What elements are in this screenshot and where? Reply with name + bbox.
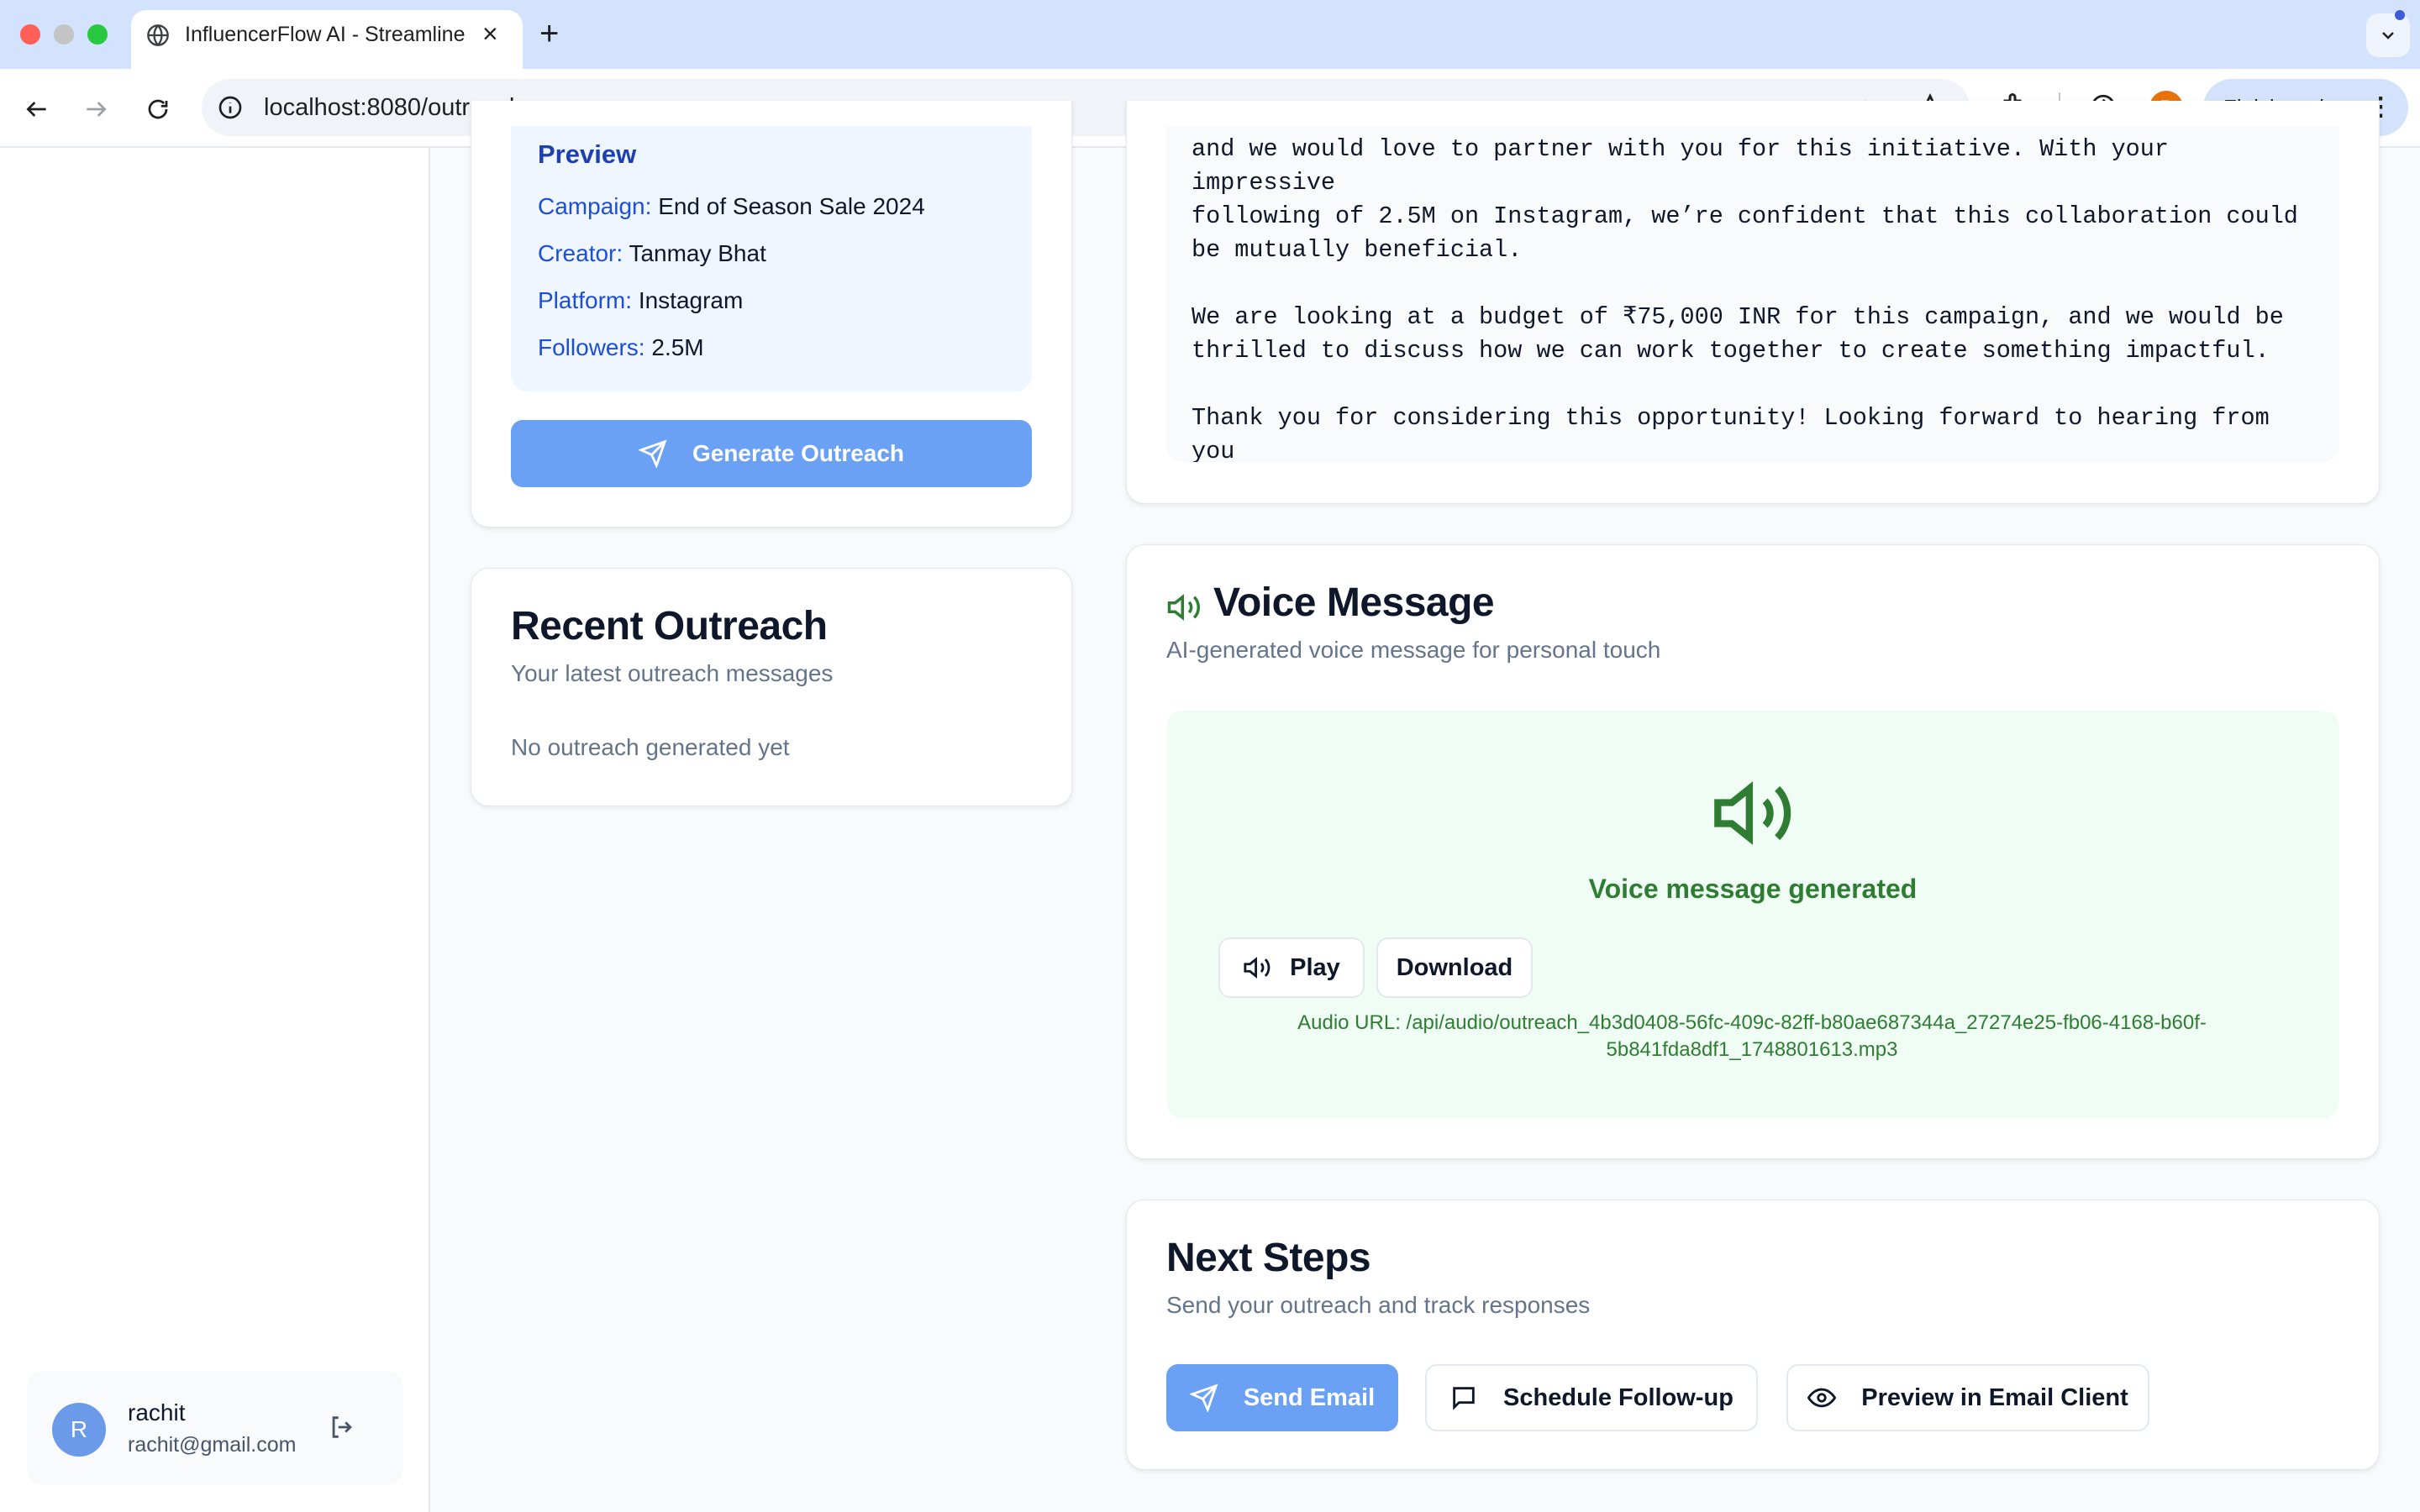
recent-outreach-subtitle: Your latest outreach messages [511,660,834,686]
user-email: rachit@gmail.com [128,1433,297,1457]
voice-message-title: Voice Message [1213,580,1495,625]
email-body-text: and we would love to partner with you fo… [1192,135,2298,462]
preview-email-client-label: Preview in Email Client [1861,1383,2128,1411]
schedule-follow-up-label: Schedule Follow-up [1503,1383,1733,1411]
window-zoom-button[interactable] [87,24,108,45]
preview-email-client-button[interactable]: Preview in Email Client [1786,1364,2149,1431]
preview-platform-row: Platform: Instagram [538,287,743,314]
play-label: Play [1290,953,1340,981]
campaign-label: Campaign: [538,193,652,219]
globe-icon [146,24,170,51]
tab-search-button[interactable] [2366,13,2410,57]
followers-label: Followers: [538,334,645,360]
preview-campaign-row: Campaign: End of Season Sale 2024 [538,193,925,220]
platform-value: Instagram [638,287,744,313]
generate-outreach-label: Generate Outreach [692,440,905,466]
generate-outreach-button[interactable]: Generate Outreach [511,420,1032,487]
send-icon [638,439,667,468]
tab-close-icon[interactable]: × [482,17,498,50]
schedule-follow-up-button[interactable]: Schedule Follow-up [1425,1364,1758,1431]
message-square-icon [1453,1387,1475,1410]
back-button[interactable] [18,91,55,128]
tab-title: InfluencerFlow AI - Streamline [185,23,466,46]
sidebar [0,148,430,1512]
arrow-right-icon [87,102,107,117]
eye-icon [1807,1388,1837,1408]
voice-message-subtitle: AI-generated voice message for personal … [1166,637,1661,663]
email-body-box: and we would love to partner with you fo… [1166,126,2339,462]
preview-creator-row: Creator: Tanmay Bhat [538,240,766,267]
logout-icon[interactable] [328,1413,356,1446]
speaker-icon [1166,590,1202,629]
chevron-down-icon [2382,32,2394,39]
reload-button[interactable] [139,91,176,128]
send-icon [1189,1383,1218,1412]
arrow-left-icon [26,102,46,117]
notification-dot [2395,10,2405,20]
forward-button[interactable] [77,91,114,128]
download-label: Download [1396,953,1513,981]
user-name: rachit [128,1399,186,1425]
campaign-value: End of Season Sale 2024 [658,193,925,219]
reload-icon [148,99,168,119]
voice-status-text: Voice message generated [1588,874,1918,904]
play-button[interactable]: Play [1218,937,1365,998]
speaker-small-icon [1244,957,1270,979]
new-tab-button[interactable]: + [539,13,559,54]
followers-value: 2.5M [651,334,704,360]
site-info-icon[interactable] [217,94,244,125]
next-steps-subtitle: Send your outreach and track responses [1166,1292,1591,1318]
next-steps-title: Next Steps [1166,1236,1371,1280]
window-minimize-button[interactable] [54,24,74,45]
send-email-label: Send Email [1243,1383,1376,1411]
user-card: R rachit rachit@gmail.com [27,1371,403,1485]
preview-title: Preview [538,139,637,169]
preview-followers-row: Followers: 2.5M [538,334,704,361]
recent-outreach-title: Recent Outreach [511,604,828,648]
speaker-large-icon [1711,771,1795,859]
creator-label: Creator: [538,240,623,266]
avatar: R [52,1403,106,1457]
platform-label: Platform: [538,287,633,313]
send-email-button[interactable]: Send Email [1166,1364,1398,1431]
window-close-button[interactable] [20,24,40,45]
creator-value: Tanmay Bhat [629,240,766,266]
download-button[interactable]: Download [1376,937,1533,998]
recent-outreach-empty: No outreach generated yet [511,734,790,760]
audio-url-text: Audio URL: /api/audio/outreach_4b3d0408-… [1297,1011,2207,1061]
browser-tab[interactable]: InfluencerFlow AI - Streamline × [131,10,523,69]
